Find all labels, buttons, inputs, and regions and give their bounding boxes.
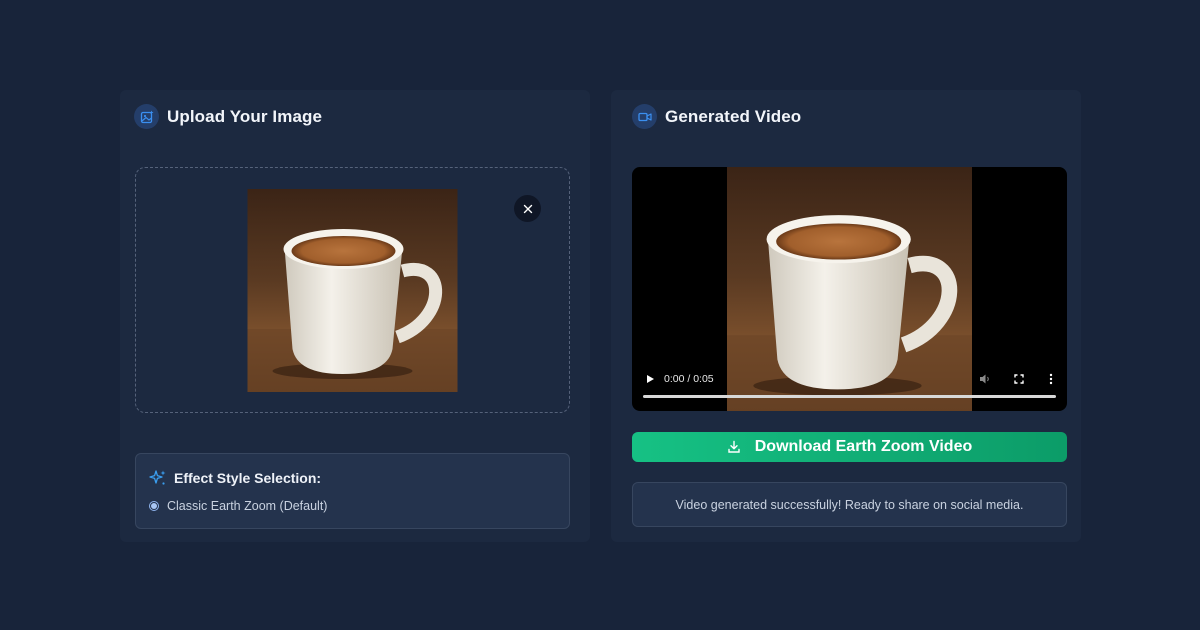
status-message: Video generated successfully! Ready to s… xyxy=(675,497,1024,512)
remove-image-button[interactable] xyxy=(514,195,541,222)
effect-option-classic-earth-zoom[interactable]: Classic Earth Zoom (Default) xyxy=(149,499,327,513)
video-panel-title: Generated Video xyxy=(665,106,802,126)
video-camera-icon xyxy=(632,104,657,129)
video-time: 0:00 / 0:05 xyxy=(664,373,714,385)
video-panel-header: Generated Video xyxy=(632,104,801,129)
upload-panel-title: Upload Your Image xyxy=(167,106,323,126)
download-icon xyxy=(728,440,740,453)
image-sparkle-icon xyxy=(134,104,159,129)
effect-option-radio[interactable] xyxy=(149,501,159,511)
uploaded-image-preview xyxy=(247,189,458,392)
upload-panel-header: Upload Your Image xyxy=(134,104,322,129)
effect-style-selection: Effect Style Selection: Classic Earth Zo… xyxy=(135,453,570,529)
download-button-label: Download Earth Zoom Video xyxy=(754,438,973,455)
video-controls: 0:00 / 0:05 xyxy=(632,367,1067,411)
close-icon xyxy=(523,204,532,213)
sparkles-icon xyxy=(149,470,166,485)
status-message-box: Video generated successfully! Ready to s… xyxy=(632,482,1067,527)
video-progress-bar[interactable] xyxy=(643,395,1056,398)
fullscreen-icon[interactable] xyxy=(1012,372,1026,386)
image-dropzone[interactable] xyxy=(135,167,570,413)
effect-option-label: Classic Earth Zoom (Default) xyxy=(167,499,328,513)
play-icon[interactable] xyxy=(643,372,657,386)
volume-icon[interactable] xyxy=(978,372,992,386)
effect-style-header: Effect Style Selection: xyxy=(149,469,321,487)
effect-style-title: Effect Style Selection: xyxy=(174,470,322,486)
generated-video-panel: Generated Video 0:00 / 0:05 Download Ear… xyxy=(611,90,1081,542)
download-video-button[interactable]: Download Earth Zoom Video xyxy=(632,432,1067,462)
video-player[interactable]: 0:00 / 0:05 xyxy=(632,167,1067,411)
upload-panel: Upload Your Image Effect Style Selection… xyxy=(120,90,590,542)
more-options-icon[interactable] xyxy=(1044,372,1058,386)
